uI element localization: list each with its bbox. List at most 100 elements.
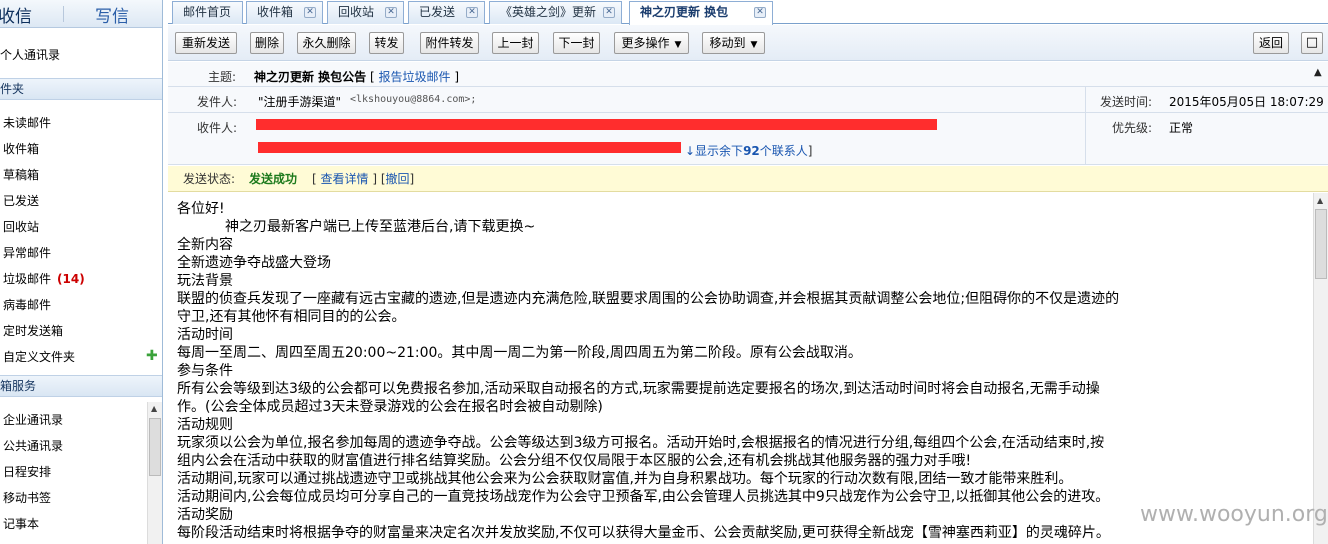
sender-label: 发件人: [197,95,238,109]
watermark: www.wooyun.org [1140,502,1328,527]
maximize-icon[interactable]: □ [1301,32,1323,54]
receive-mail-button[interactable]: 收信 [0,2,32,27]
body-line: 活动奖励 [177,507,233,523]
show-more-suffix: 个联系人 [759,144,808,158]
folder-label: 垃圾邮件 [3,272,52,286]
show-more-recipients-link[interactable]: ↓显示余下92个联系人] [685,142,812,159]
collapse-icon[interactable]: ▲ [1314,67,1322,78]
divider [168,86,1328,87]
next-mail-button[interactable]: 下一封 [553,32,600,54]
body-scrollbar[interactable]: ▲ [1313,193,1328,544]
close-icon[interactable]: ✕ [304,7,316,18]
close-icon[interactable]: ✕ [466,7,478,18]
webmail-app: 收信 写信 个人通讯录 件夹 未读邮件 收件箱 草稿箱 已发送 回收站 异常邮件… [0,0,1328,544]
tab-current-mail[interactable]: 神之刃更新 换包 ✕ [629,1,773,25]
folder-abnormal[interactable]: 异常邮件 [3,244,51,261]
more-actions-dropdown[interactable]: 更多操作 ▼ [614,32,689,54]
body-line: 每周一至周二、周四至周五20:00~21:00。其中周一周二为第一阶段,周四周五… [177,345,862,361]
resend-button[interactable]: 重新发送 [175,32,237,54]
delete-forever-button[interactable]: 永久删除 [297,32,356,54]
service-enterprise-contacts[interactable]: 企业通讯录 [3,411,63,428]
folder-custom[interactable]: 自定义文件夹 [3,348,75,365]
move-to-dropdown[interactable]: 移动到 ▼ [702,32,765,54]
services-header[interactable]: 箱服务 [0,375,162,397]
service-label: 日程安排 [3,465,52,479]
tab-hero-sword-update[interactable]: 《英雄之剑》更新 ✕ [489,1,622,24]
folder-virus[interactable]: 病毒邮件 [3,296,51,313]
close-icon[interactable]: ✕ [603,7,615,18]
folder-sent[interactable]: 已发送 [3,192,39,209]
tab-label: 已发送 [419,5,456,19]
folder-inbox[interactable]: 收件箱 [3,140,39,157]
redacted-recipients [256,119,937,130]
folder-label: 收件箱 [3,142,40,156]
service-label: 公共通讯录 [3,439,64,453]
close-icon[interactable]: ✕ [754,7,766,18]
body-line: 全新遗迹争夺战盛大登场 [177,255,331,271]
folder-label: 病毒邮件 [3,298,52,312]
redacted-recipients [258,142,681,153]
forward-button[interactable]: 转发 [369,32,404,54]
folder-spam[interactable]: 垃圾邮件 (14) [3,270,85,287]
folder-unread[interactable]: 未读邮件 [3,114,51,131]
body-line: 活动期间内,公会每位成员均可分享自己的一直竞技场战宠作为公会守卫预备军,由公会管… [177,489,1110,505]
body-line: 守卫,还有其他怀有相同目的的公会。 [177,309,406,325]
remaining-count: 92 [743,144,760,158]
body-line: 活动规则 [177,417,233,433]
view-detail-link[interactable]: 查看详情 [321,172,369,186]
tab-label: 《英雄之剑》更新 [500,5,597,19]
body-line: 全新内容 [177,237,233,253]
service-mobile-bookmarks[interactable]: 移动书签 [3,489,51,506]
service-calendar[interactable]: 日程安排 [3,463,51,480]
mail-toolbar: 重新发送 删除 永久删除 转发 附件转发 上一封 下一封 更多操作 ▼ 移动到 ▼ … [168,25,1328,61]
close-icon[interactable]: ✕ [385,7,397,18]
write-mail-button[interactable]: 写信 [95,2,129,27]
scroll-up-arrow-icon[interactable]: ▲ [1317,196,1323,205]
send-time: 2015年05月05日 18:07:29 [1169,95,1324,109]
body-line: 玩法背景 [177,273,233,289]
scrollbar-thumb[interactable] [1315,209,1327,279]
sender-email[interactable]: <lkshouyou@8864.com>; [350,94,476,105]
prev-mail-button[interactable]: 上一封 [492,32,539,54]
body-line: 组内公会在活动中获取的财富值进行排名结算奖励。公会分组不仅仅局限于本区服的公会,… [177,453,972,469]
spam-count-badge: (14) [57,272,85,286]
send-status-bar: 发送状态: 发送成功 [ 查看详情 ] [撤回] [168,166,1328,192]
body-line: 所有公会等级到达3级的公会都可以免费报名参加,活动采取自动报名的方式,玩家需要提… [177,381,1100,397]
back-button[interactable]: 返回 [1253,32,1289,54]
add-folder-icon[interactable]: ✚ [146,348,158,364]
body-line: 神之刃最新客户端已上传至蓝港后台,请下载更换~ [225,219,536,235]
tab-sent[interactable]: 已发送 ✕ [408,1,485,24]
tab-trash[interactable]: 回收站 ✕ [327,1,404,24]
body-line: 活动期间,玩家可以通过挑战遗迹守卫或挑战其他公会来为公会获取财富值,并为自身积累… [177,471,1073,487]
forward-attachment-button[interactable]: 附件转发 [420,32,479,54]
priority-value: 正常 [1169,121,1194,135]
chevron-down-icon: ▼ [674,40,682,50]
folder-label: 异常邮件 [3,246,52,260]
recall-link[interactable]: 撤回 [386,172,410,186]
scroll-up-arrow-icon[interactable]: ▲ [151,404,157,413]
personal-contacts-link[interactable]: 个人通讯录 [0,46,60,63]
report-spam-link[interactable]: 报告垃圾邮件 [379,70,451,84]
priority-label: 优先级: [1112,121,1153,135]
tab-label: 神之刃更新 换包 [640,5,729,19]
folders-header[interactable]: 件夹 [0,78,162,100]
sidebar-scrollbar[interactable]: ▲ [147,402,162,544]
service-notepad[interactable]: 记事本 [3,515,39,532]
chevron-down-icon: ▼ [750,40,758,50]
sidebar-top: 收信 写信 [0,0,162,28]
body-line: 参与条件 [177,363,233,379]
delete-button[interactable]: 删除 [250,32,284,54]
scrollbar-thumb[interactable] [149,418,161,476]
body-line: 作。(公会全体成员超过3天未登录游戏的公会在报名时会被自动剔除) [177,399,603,415]
body-line: 活动时间 [177,327,233,343]
service-public-contacts[interactable]: 公共通讯录 [3,437,63,454]
folder-drafts[interactable]: 草稿箱 [3,166,39,183]
folder-scheduled[interactable]: 定时发送箱 [3,322,63,339]
main-panel: 邮件首页 收件箱 ✕ 回收站 ✕ 已发送 ✕ 《英雄之剑》更新 ✕ 神之刃更新 换包 ✕ … [168,0,1328,544]
show-more-prefix: ↓显示余下 [685,144,744,158]
tab-mail-home[interactable]: 邮件首页 [172,1,243,24]
tab-inbox[interactable]: 收件箱 ✕ [246,1,323,24]
sidebar: 收信 写信 个人通讯录 件夹 未读邮件 收件箱 草稿箱 已发送 回收站 异常邮件… [0,0,163,544]
folder-trash[interactable]: 回收站 [3,218,39,235]
send-time-label: 发送时间: [1100,95,1153,109]
